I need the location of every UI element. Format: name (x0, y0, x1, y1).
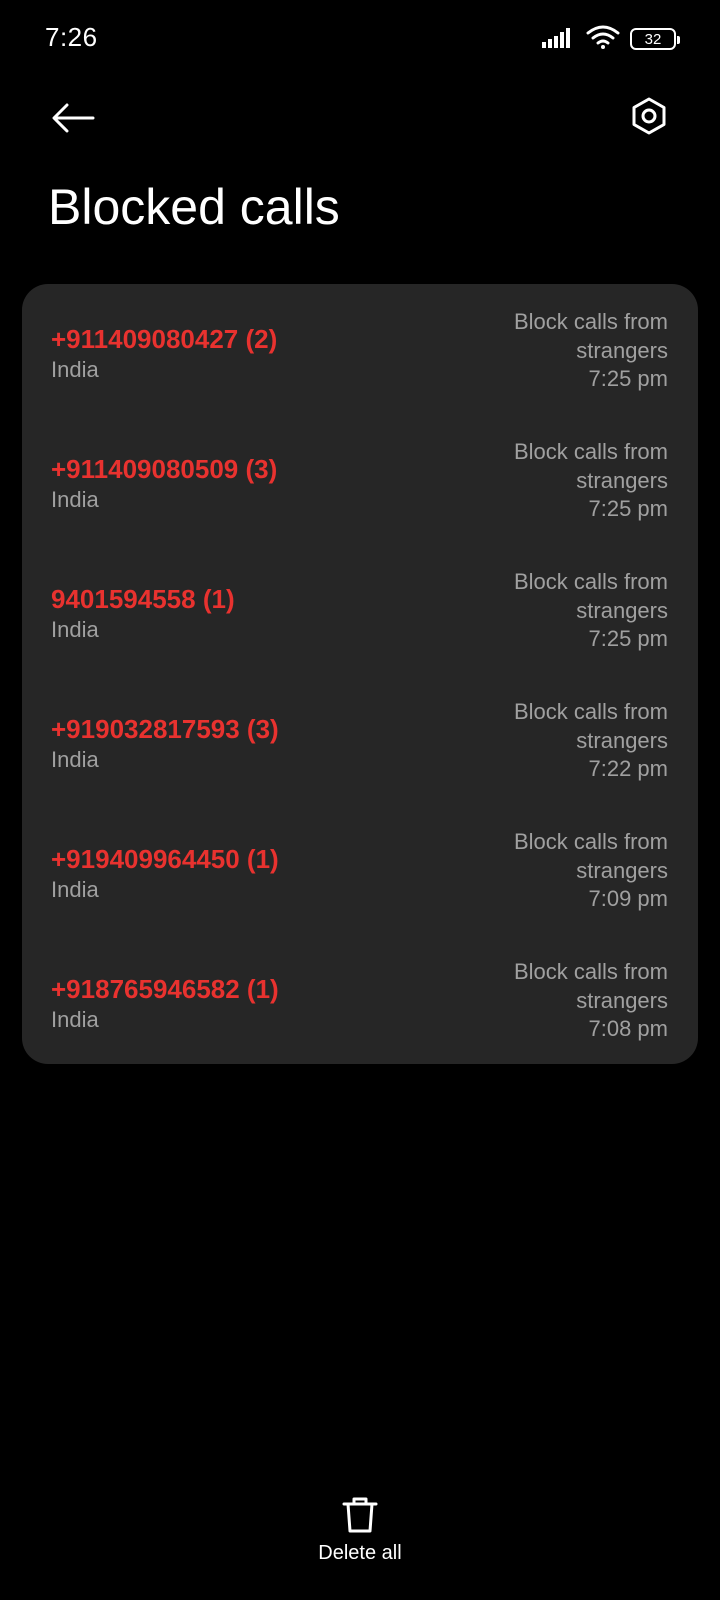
call-meta: Block calls from strangers 7:08 pm (468, 958, 668, 1044)
call-info: +911409080427 (2) India (51, 322, 277, 384)
block-reason: Block calls from strangers (513, 829, 668, 883)
phone-number: +911409080509 (3) (51, 454, 278, 484)
call-country: India (51, 1007, 99, 1032)
call-time: 7:25 pm (588, 496, 669, 521)
call-meta: Block calls from strangers 7:25 pm (468, 568, 668, 654)
blocked-call-row[interactable]: +919409964450 (1) India Block calls from… (22, 816, 698, 946)
call-meta: Block calls from strangers 7:09 pm (468, 828, 668, 914)
wifi-icon (586, 25, 620, 54)
blocked-call-row[interactable]: +911409080427 (2) India Block calls from… (22, 296, 698, 426)
call-meta: Block calls from strangers 7:25 pm (468, 438, 668, 524)
status-bar: 7:26 32 (0, 0, 720, 78)
call-info: +919409964450 (1) India (51, 842, 279, 904)
block-reason: Block calls from strangers (513, 439, 668, 493)
arrow-left-icon (51, 102, 95, 139)
call-time: 7:22 pm (588, 756, 669, 781)
call-time: 7:25 pm (588, 366, 669, 391)
status-icons: 32 (542, 25, 680, 54)
blocked-call-row[interactable]: 9401594558 (1) India Block calls from st… (22, 556, 698, 686)
battery-level: 32 (644, 30, 662, 48)
phone-number: +918765946582 (1) (51, 974, 279, 1004)
call-time: 7:09 pm (588, 886, 669, 911)
back-button[interactable] (48, 95, 98, 145)
call-info: +911409080509 (3) India (51, 452, 277, 514)
phone-number: +919409964450 (1) (51, 844, 279, 874)
status-time: 7:26 (45, 22, 98, 52)
call-country: India (51, 487, 99, 512)
block-reason: Block calls from strangers (513, 309, 668, 363)
settings-button[interactable] (626, 95, 672, 141)
battery-icon: 32 (630, 28, 680, 50)
call-time: 7:25 pm (588, 626, 669, 651)
block-reason: Block calls from strangers (513, 959, 668, 1013)
call-info: +918765946582 (1) India (51, 972, 279, 1034)
call-time: 7:08 pm (588, 1016, 669, 1041)
call-country: India (51, 877, 99, 902)
call-country: India (51, 617, 99, 642)
trash-icon (340, 1494, 380, 1536)
call-info: +919032817593 (3) India (51, 712, 279, 774)
blocked-calls-list: +911409080427 (2) India Block calls from… (22, 284, 698, 1064)
block-reason: Block calls from strangers (513, 569, 668, 623)
call-info: 9401594558 (1) India (51, 582, 235, 644)
call-meta: Block calls from strangers 7:22 pm (468, 698, 668, 784)
page-title: Blocked calls (48, 179, 340, 235)
phone-number: +911409080427 (2) (51, 324, 278, 354)
phone-number: +919032817593 (3) (51, 714, 279, 744)
block-reason: Block calls from strangers (513, 699, 668, 753)
phone-number: 9401594558 (1) (51, 584, 235, 614)
delete-all-label: Delete all (318, 1542, 402, 1564)
blocked-calls-screen: 7:26 32 Blocked calls +911409080427 (2) … (0, 0, 720, 1600)
signal-icon (542, 26, 576, 53)
blocked-call-row[interactable]: +919032817593 (3) India Block calls from… (22, 686, 698, 816)
hexagon-gear-icon (629, 96, 669, 141)
call-country: India (51, 357, 99, 382)
call-meta: Block calls from strangers 7:25 pm (468, 308, 668, 394)
blocked-call-row[interactable]: +911409080509 (3) India Block calls from… (22, 426, 698, 556)
blocked-call-row[interactable]: +918765946582 (1) India Block calls from… (22, 946, 698, 1076)
delete-all-button[interactable]: Delete all (0, 1494, 720, 1565)
call-country: India (51, 747, 99, 772)
